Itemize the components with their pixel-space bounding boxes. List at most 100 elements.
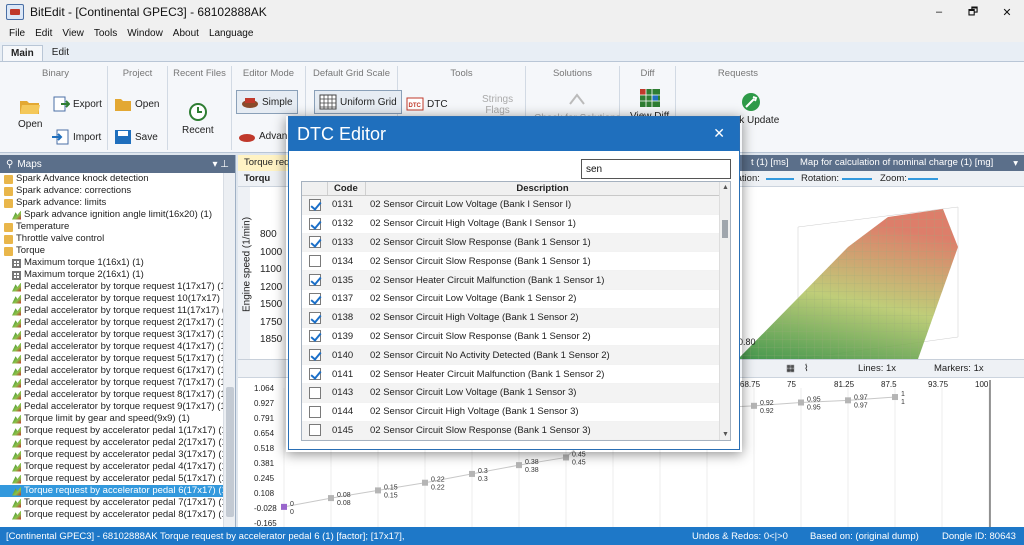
strings-flags-button[interactable]: Strings Flags bbox=[482, 94, 513, 116]
tree-item[interactable]: Torque limit by gear and speed(9x9) (1) bbox=[0, 413, 224, 425]
dtc-row[interactable]: 0132 02 Sensor Circuit High Voltage (Bank… bbox=[302, 215, 721, 234]
maps-scrollbar[interactable] bbox=[223, 173, 235, 527]
data-label: 0.3 bbox=[478, 468, 488, 475]
dtc-button[interactable]: DTC DTC bbox=[406, 96, 448, 112]
save-button[interactable]: Save bbox=[114, 129, 158, 145]
minimize-button[interactable]: – bbox=[922, 0, 956, 24]
dtc-row[interactable]: 0133 02 Sensor Circuit Slow Response (Ban… bbox=[302, 233, 721, 253]
dtc-checkbox[interactable] bbox=[309, 368, 321, 381]
doc-tab-ms[interactable]: t (1) [ms] bbox=[745, 155, 794, 171]
tree-item[interactable]: Pedal accelerator by torque request 4(17… bbox=[0, 341, 224, 353]
tree-item[interactable]: Torque request by accelerator pedal 6(17… bbox=[0, 485, 224, 497]
dtc-row[interactable]: 0145 02 Sensor Circuit Slow Response (Ban… bbox=[302, 421, 721, 440]
restore-button[interactable]: 🗗 bbox=[956, 0, 990, 24]
simple-mode-button[interactable]: Simple bbox=[236, 90, 298, 114]
tree-item[interactable]: Pedal accelerator by torque request 11(1… bbox=[0, 305, 224, 317]
dtc-checkbox[interactable] bbox=[309, 386, 321, 399]
dtc-row[interactable]: 0131 02 Sensor Circuit Low Voltage (Bank … bbox=[302, 196, 721, 215]
dtc-checkbox[interactable] bbox=[309, 255, 321, 268]
slider-1[interactable] bbox=[766, 178, 794, 180]
rotation-slider[interactable] bbox=[842, 178, 872, 180]
dtc-row[interactable]: 0138 02 Sensor Circuit High Voltage (Bank… bbox=[302, 308, 721, 328]
tree-item[interactable]: Torque request by accelerator pedal 2(17… bbox=[0, 437, 224, 449]
tree-item[interactable]: Pedal accelerator by torque request 5(17… bbox=[0, 353, 224, 365]
tree-item[interactable]: Torque request by accelerator pedal 5(17… bbox=[0, 473, 224, 485]
dtc-checkbox[interactable] bbox=[309, 405, 321, 418]
tab-main[interactable]: Main bbox=[2, 45, 43, 61]
tree-item[interactable]: Maximum torque 2(16x1) (1) bbox=[0, 269, 224, 281]
dtc-checkbox[interactable] bbox=[309, 349, 321, 362]
dtc-checkbox[interactable] bbox=[309, 330, 321, 343]
menu-file[interactable]: File bbox=[4, 28, 30, 39]
tree-item[interactable]: Throttle valve control bbox=[0, 233, 224, 245]
data-point bbox=[751, 402, 757, 409]
close-icon[interactable]: ✕ bbox=[713, 125, 725, 142]
tree-item[interactable]: Torque bbox=[0, 245, 224, 257]
menu-window[interactable]: Window bbox=[122, 28, 168, 39]
dtc-checkbox[interactable] bbox=[309, 198, 321, 211]
dtc-checkbox[interactable] bbox=[309, 424, 321, 437]
scroll-down-icon[interactable]: ▼ bbox=[722, 431, 729, 438]
open-project-button[interactable]: Open bbox=[114, 96, 159, 112]
menu-edit[interactable]: Edit bbox=[30, 28, 57, 39]
tree-item[interactable]: Pedal accelerator by torque request 7(17… bbox=[0, 377, 224, 389]
tree-item[interactable]: Pedal accelerator by torque request 9(17… bbox=[0, 401, 224, 413]
tree-item[interactable]: Pedal accelerator by torque request 1(17… bbox=[0, 281, 224, 293]
dtc-row[interactable]: 0143 02 Sensor Circuit Low Voltage (Bank … bbox=[302, 383, 721, 403]
tree-item[interactable]: Torque request by accelerator pedal 1(17… bbox=[0, 425, 224, 437]
pin-icon[interactable]: ▾ ⊥ bbox=[212, 159, 229, 170]
dtc-row[interactable]: 0137 02 Sensor Circuit Low Voltage (Bank … bbox=[302, 290, 721, 309]
dtc-checkbox[interactable] bbox=[309, 311, 321, 324]
tree-item[interactable]: Spark Advance knock detection bbox=[0, 173, 224, 185]
tab-edit[interactable]: Edit bbox=[43, 44, 78, 61]
tabs-dropdown-icon[interactable]: ▾ bbox=[1013, 158, 1018, 169]
tree-item[interactable]: Maximum torque 1(16x1) (1) bbox=[0, 257, 224, 269]
dtc-checkbox[interactable] bbox=[309, 274, 321, 287]
tree-item[interactable]: Pedal accelerator by torque request 3(17… bbox=[0, 329, 224, 341]
doc-tab-nominal-charge[interactable]: Map for calculation of nominal charge (1… bbox=[794, 155, 999, 171]
dtc-row[interactable]: 0141 02 Sensor Heater Circuit Malfunction… bbox=[302, 365, 721, 384]
dtc-row[interactable]: 0134 02 Sensor Circuit Slow Response (Ban… bbox=[302, 252, 721, 272]
dtc-row[interactable]: 0135 02 Sensor Heater Circuit Malfunction… bbox=[302, 271, 721, 290]
tree-item[interactable]: Torque request by accelerator pedal 7(17… bbox=[0, 497, 224, 509]
dtc-row[interactable]: 0139 02 Sensor Circuit Slow Response (Ban… bbox=[302, 328, 721, 347]
tree-item[interactable]: Torque request by accelerator pedal 4(17… bbox=[0, 461, 224, 473]
recent-button[interactable]: Recent bbox=[182, 102, 214, 136]
close-window-button[interactable]: ✕ bbox=[990, 0, 1024, 24]
dtc-scrollbar[interactable]: ▲ ▼ bbox=[719, 182, 730, 440]
export-button[interactable]: Export bbox=[52, 96, 102, 112]
maps-scrollbar-thumb[interactable] bbox=[226, 387, 234, 517]
tree-item[interactable]: Pedal accelerator by torque request 10(1… bbox=[0, 293, 224, 305]
tree-item[interactable]: Spark advance ignition angle limit(16x20… bbox=[0, 209, 224, 221]
open-binary-button[interactable]: Open bbox=[18, 96, 42, 130]
dtc-checkbox[interactable] bbox=[309, 236, 321, 249]
uniform-grid-button[interactable]: Uniform Grid bbox=[314, 90, 402, 114]
tree-item[interactable]: Pedal accelerator by torque request 8(17… bbox=[0, 389, 224, 401]
advanced-mode-button[interactable]: Advan bbox=[238, 128, 287, 144]
tree-item[interactable]: Torque request by accelerator pedal 8(17… bbox=[0, 509, 224, 521]
code-column-header[interactable]: Code bbox=[328, 182, 366, 195]
tree-item[interactable]: Spark advance: limits bbox=[0, 197, 224, 209]
tree-item[interactable]: Spark advance: corrections bbox=[0, 185, 224, 197]
tree-item[interactable]: Temperature bbox=[0, 221, 224, 233]
dtc-checkbox[interactable] bbox=[309, 292, 321, 305]
search-icon[interactable]: ⚲ bbox=[6, 159, 13, 170]
tree-item[interactable]: Torque request by accelerator pedal 3(17… bbox=[0, 449, 224, 461]
dtc-row[interactable]: 0144 02 Sensor Circuit High Voltage (Bank… bbox=[302, 403, 721, 422]
dtc-scrollbar-thumb[interactable] bbox=[722, 220, 728, 238]
menu-tools[interactable]: Tools bbox=[89, 28, 122, 39]
menu-about[interactable]: About bbox=[168, 28, 204, 39]
dtc-search-input[interactable] bbox=[581, 159, 731, 179]
tree-item[interactable]: Pedal accelerator by torque request 6(17… bbox=[0, 365, 224, 377]
surface-map-icon bbox=[12, 330, 21, 340]
menu-language[interactable]: Language bbox=[204, 28, 259, 39]
description-column-header[interactable]: Description bbox=[366, 182, 719, 195]
dtc-row[interactable]: 0140 02 Sensor Circuit No Activity Detect… bbox=[302, 346, 721, 366]
tree-item[interactable]: Pedal accelerator by torque request 2(17… bbox=[0, 317, 224, 329]
recent-label: Recent bbox=[182, 125, 214, 136]
scroll-up-icon[interactable]: ▲ bbox=[722, 184, 729, 191]
menu-view[interactable]: View bbox=[57, 28, 89, 39]
dtc-checkbox[interactable] bbox=[309, 217, 321, 230]
import-button[interactable]: Import bbox=[52, 129, 101, 145]
zoom-slider[interactable] bbox=[908, 178, 938, 180]
